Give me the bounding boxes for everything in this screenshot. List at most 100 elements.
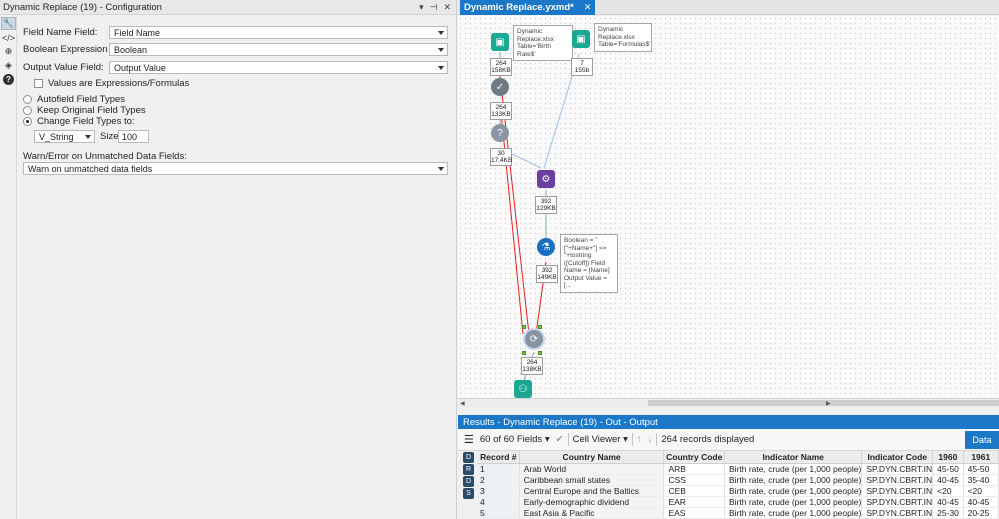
table-cell[interactable]: 40-45	[932, 496, 964, 508]
field-type-dropdown[interactable]: V_String	[34, 130, 95, 143]
table-cell[interactable]: SP.DYN.CBRT.IN	[861, 496, 934, 508]
record-number-cell[interactable]: 5	[478, 507, 520, 519]
record-number-cell[interactable]: 4	[478, 496, 520, 508]
table-cell[interactable]: SP.DYN.CBRT.IN	[861, 485, 934, 497]
table-cell[interactable]: Birth rate, crude (per 1,000 people)	[724, 507, 863, 519]
input-anchor[interactable]	[538, 325, 542, 329]
cell-viewer-selector[interactable]: Cell Viewer ▾	[573, 434, 628, 445]
input-tool-formulas[interactable]: ▣	[572, 30, 590, 48]
table-cell[interactable]: 40-45	[932, 474, 964, 486]
output-anchor[interactable]	[522, 351, 526, 355]
table-cell[interactable]: 25-30	[932, 507, 964, 519]
data-button[interactable]: Data	[965, 431, 999, 449]
boolean-dropdown[interactable]: Boolean	[109, 43, 448, 56]
table-row[interactable]: 3 Central Europe and the Baltics CEB Bir…	[478, 485, 999, 497]
close-icon[interactable]: ✕	[584, 2, 592, 13]
summary-icon[interactable]: S	[463, 488, 474, 499]
append-fields-tool[interactable]: ⚙	[537, 170, 555, 188]
list-icon[interactable]: ☰	[464, 433, 474, 446]
compass-icon[interactable]: ⊕	[1, 45, 16, 58]
table-cell[interactable]: SP.DYN.CBRT.IN	[861, 507, 934, 519]
scroll-right-icon[interactable]: ▶	[826, 400, 831, 407]
column-header[interactable]: Country Name	[519, 451, 665, 464]
values-expressions-label: Values are Expressions/Formulas	[48, 78, 190, 89]
record-number-cell[interactable]: 1	[478, 463, 520, 475]
panel-menu-button[interactable]: ▾	[419, 2, 424, 13]
filter-tool[interactable]: ?	[491, 124, 509, 142]
code-icon[interactable]: </>	[1, 31, 16, 44]
arrow-up-icon[interactable]: ↑	[637, 434, 642, 445]
formula-tool[interactable]: ⚗	[537, 238, 555, 256]
output-anchor[interactable]	[538, 351, 542, 355]
scrollbar-thumb[interactable]	[648, 400, 999, 406]
radio-change-types-button[interactable]	[23, 117, 32, 126]
table-cell[interactable]: SP.DYN.CBRT.IN	[861, 463, 934, 475]
field-name-dropdown[interactable]: Field Name	[109, 26, 448, 39]
table-cell[interactable]: East Asia & Pacific	[519, 507, 665, 519]
table-cell[interactable]: ARB	[663, 463, 726, 475]
table-row[interactable]: 4 Early-demographic dividend EAR Birth r…	[478, 496, 999, 508]
radio-autofield-button[interactable]	[23, 95, 32, 104]
record-number-cell[interactable]: 3	[478, 485, 520, 497]
column-header[interactable]: Country Code	[663, 451, 726, 464]
panel-pin-button[interactable]: ⊣	[430, 2, 438, 13]
tag-icon[interactable]: ◈	[1, 59, 16, 72]
column-header[interactable]: Indicator Name	[724, 451, 863, 464]
radio-autofield[interactable]: Autofield Field Types	[23, 94, 125, 105]
table-cell[interactable]: 40-45	[963, 496, 999, 508]
column-header[interactable]: 1961	[963, 451, 999, 464]
table-cell[interactable]: EAR	[663, 496, 726, 508]
table-cell[interactable]: 35-40	[963, 474, 999, 486]
table-cell[interactable]: Birth rate, crude (per 1,000 people)	[724, 496, 863, 508]
table-cell[interactable]: <20	[932, 485, 964, 497]
check-icon[interactable]: ✔	[556, 434, 564, 445]
table-cell[interactable]: Birth rate, crude (per 1,000 people)	[724, 463, 863, 475]
table-cell[interactable]: SP.DYN.CBRT.IN	[861, 474, 934, 486]
output-value-dropdown[interactable]: Output Value	[109, 61, 448, 74]
record-view-icon[interactable]: R	[463, 464, 474, 475]
fields-selector[interactable]: 60 of 60 Fields ▾	[480, 434, 550, 445]
column-header[interactable]: Indicator Code	[861, 451, 934, 464]
size-input[interactable]: 100	[118, 130, 149, 143]
table-cell[interactable]: <20	[963, 485, 999, 497]
table-cell[interactable]: CEB	[663, 485, 726, 497]
data-view-icon[interactable]: D	[463, 452, 474, 463]
panel-close-button[interactable]: ✕	[443, 2, 451, 13]
table-cell[interactable]: Caribbean small states	[519, 474, 665, 486]
table-row[interactable]: 2 Caribbean small states CSS Birth rate,…	[478, 474, 999, 486]
table-cell[interactable]: 20-25	[963, 507, 999, 519]
table-cell[interactable]: Central Europe and the Baltics	[519, 485, 665, 497]
table-cell[interactable]: 45-50	[963, 463, 999, 475]
values-expressions-checkbox[interactable]	[34, 79, 43, 88]
table-cell[interactable]: EAS	[663, 507, 726, 519]
radio-change-types[interactable]: Change Field Types to:	[23, 116, 135, 127]
table-cell[interactable]: Birth rate, crude (per 1,000 people)	[724, 474, 863, 486]
wrench-icon[interactable]: 🔧	[1, 17, 16, 30]
column-header[interactable]: Record #	[478, 451, 520, 464]
table-row[interactable]: 1 Arab World ARB Birth rate, crude (per …	[478, 463, 999, 475]
help-icon[interactable]: ?	[1, 73, 16, 86]
input-tool-birth-rate[interactable]: ▣	[491, 33, 509, 51]
canvas-horizontal-scrollbar[interactable]: ◀ ▶	[458, 398, 999, 407]
warn-dropdown[interactable]: Warn on unmatched data fields	[23, 162, 448, 175]
table-cell[interactable]: Early-demographic dividend	[519, 496, 665, 508]
radio-keep-original[interactable]: Keep Original Field Types	[23, 105, 146, 116]
browse-tool[interactable]: ⚇	[514, 380, 532, 398]
table-cell[interactable]: Birth rate, crude (per 1,000 people)	[724, 485, 863, 497]
table-cell[interactable]: 45-50	[932, 463, 964, 475]
dynamic-replace-tool[interactable]: ⟳	[525, 330, 543, 348]
tab-dynamic-replace[interactable]: Dynamic Replace.yxmd* ✕	[460, 0, 596, 15]
select-tool[interactable]: ✓	[491, 78, 509, 96]
radio-keep-original-button[interactable]	[23, 106, 32, 115]
arrow-down-icon[interactable]: ↓	[648, 434, 653, 445]
metadata-icon[interactable]: D	[463, 476, 474, 487]
scroll-left-icon[interactable]: ◀	[460, 400, 465, 407]
column-header[interactable]: 1960	[932, 451, 964, 464]
table-cell[interactable]: CSS	[663, 474, 726, 486]
table-row[interactable]: 5 East Asia & Pacific EAS Birth rate, cr…	[478, 507, 999, 519]
table-cell[interactable]: Arab World	[519, 463, 665, 475]
values-expressions-checkbox-row[interactable]: Values are Expressions/Formulas	[34, 78, 189, 89]
workflow-canvas[interactable]: ▣ Dynamic Replace.xlsx Table='Birth Rate…	[458, 16, 999, 400]
record-number-cell[interactable]: 2	[478, 474, 520, 486]
input-anchor[interactable]	[522, 325, 526, 329]
